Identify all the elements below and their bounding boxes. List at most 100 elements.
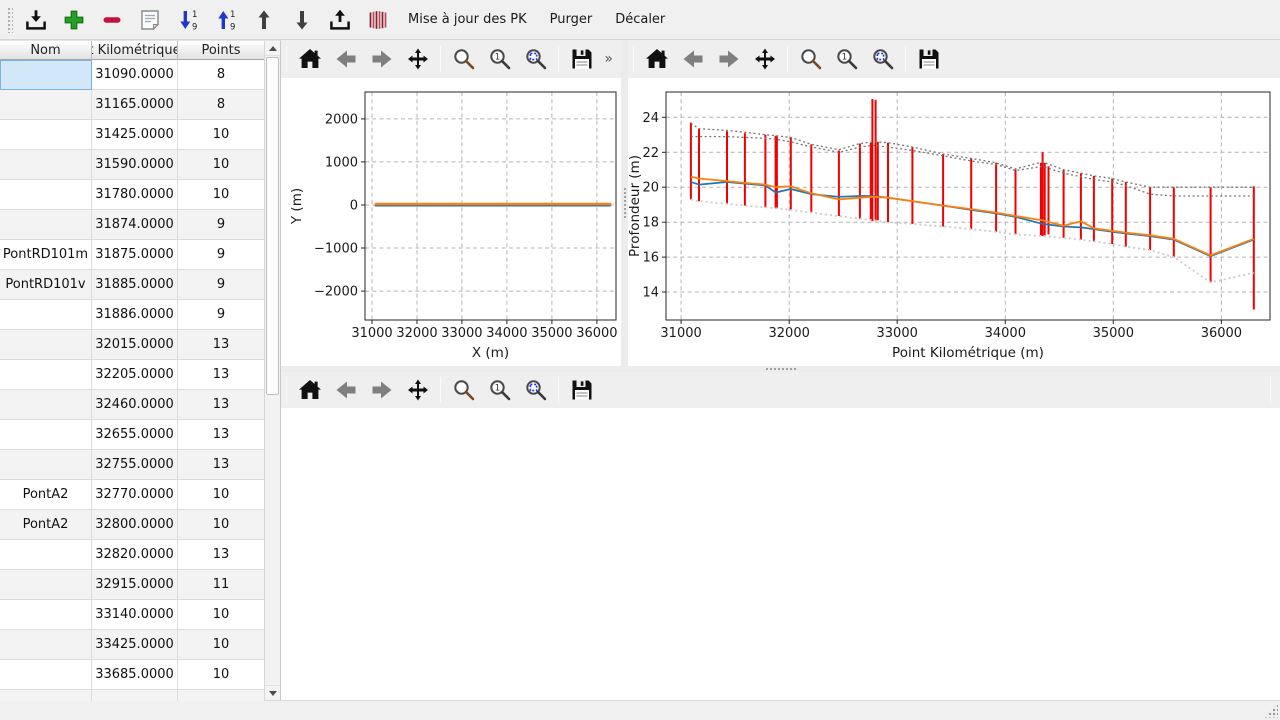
cell-pk[interactable]: 32655.0000 bbox=[92, 420, 178, 450]
shift-button[interactable]: Décaler bbox=[605, 3, 675, 37]
cell-points[interactable]: 13 bbox=[178, 360, 265, 390]
cell-points[interactable]: 10 bbox=[178, 600, 265, 630]
cell-pk[interactable]: 32205.0000 bbox=[92, 360, 178, 390]
cell-points[interactable]: 9 bbox=[178, 270, 265, 300]
cell-pk[interactable]: 31874.0000 bbox=[92, 210, 178, 240]
zoom-selection-button[interactable] bbox=[522, 45, 549, 73]
back-button[interactable] bbox=[332, 45, 359, 73]
forward-button[interactable] bbox=[368, 45, 395, 73]
cell-nom[interactable] bbox=[0, 390, 92, 420]
cell-nom[interactable] bbox=[0, 150, 92, 180]
cell-pk[interactable]: 31885.0000 bbox=[92, 270, 178, 300]
xy-plot-canvas[interactable]: 310003200033000340003500036000−2000−1000… bbox=[281, 78, 621, 366]
cell-points[interactable]: 9 bbox=[178, 300, 265, 330]
cell-points[interactable]: 13 bbox=[178, 420, 265, 450]
forward-button[interactable] bbox=[715, 45, 742, 73]
zoom-button[interactable] bbox=[797, 45, 824, 73]
zoom-button[interactable] bbox=[450, 45, 477, 73]
column-header-point-kilometrique[interactable]: t Kilométrique bbox=[92, 41, 178, 60]
cell-pk[interactable]: 32770.0000 bbox=[92, 480, 178, 510]
stripes-button[interactable] bbox=[361, 3, 395, 37]
cell-pk[interactable]: 31590.0000 bbox=[92, 150, 178, 180]
cell-points[interactable]: 11 bbox=[178, 570, 265, 600]
column-header-points[interactable]: Points bbox=[178, 41, 265, 60]
toolbar-drag-handle[interactable] bbox=[7, 7, 13, 33]
cell-points[interactable]: 8 bbox=[178, 90, 265, 120]
purge-button[interactable]: Purger bbox=[540, 3, 603, 37]
sort-down-button[interactable]: 19 bbox=[171, 3, 205, 37]
cell-nom[interactable] bbox=[0, 660, 92, 690]
save-button[interactable] bbox=[915, 45, 942, 73]
cell-nom[interactable]: PontA2 bbox=[0, 510, 92, 540]
back-button[interactable] bbox=[679, 45, 706, 73]
home-button[interactable] bbox=[296, 45, 323, 73]
horizontal-splitter[interactable] bbox=[281, 366, 1280, 372]
cell-nom[interactable] bbox=[0, 420, 92, 450]
scrollbar-thumb[interactable] bbox=[266, 57, 279, 395]
cell-nom[interactable] bbox=[0, 360, 92, 390]
cell-points[interactable]: 13 bbox=[178, 330, 265, 360]
cell-pk[interactable]: 32015.0000 bbox=[92, 330, 178, 360]
pan-button[interactable] bbox=[751, 45, 778, 73]
zoom-selection-button[interactable] bbox=[869, 45, 896, 73]
vertical-splitter[interactable] bbox=[621, 40, 628, 366]
cell-points[interactable] bbox=[178, 690, 265, 701]
save-button[interactable] bbox=[568, 45, 595, 73]
cell-points[interactable]: 13 bbox=[178, 540, 265, 570]
forward-button[interactable] bbox=[368, 376, 395, 404]
back-button[interactable] bbox=[332, 376, 359, 404]
cell-nom[interactable] bbox=[0, 630, 92, 660]
cell-pk[interactable]: 32820.0000 bbox=[92, 540, 178, 570]
home-button[interactable] bbox=[643, 45, 670, 73]
profile-plot-canvas[interactable]: 3100032000330003400035000360001416182022… bbox=[628, 78, 1280, 366]
column-header-nom[interactable]: Nom bbox=[0, 41, 92, 60]
table-scrollbar[interactable] bbox=[264, 41, 280, 700]
zoom-one-button[interactable]: 1 bbox=[486, 45, 513, 73]
cell-pk[interactable]: 31886.0000 bbox=[92, 300, 178, 330]
cell-points[interactable]: 10 bbox=[178, 630, 265, 660]
cell-pk[interactable]: 33425.0000 bbox=[92, 630, 178, 660]
scroll-down-button[interactable] bbox=[265, 685, 280, 700]
zoom-button[interactable] bbox=[450, 376, 477, 404]
cell-points[interactable]: 9 bbox=[178, 210, 265, 240]
empty-plot-canvas[interactable] bbox=[281, 408, 1280, 700]
cell-points[interactable]: 10 bbox=[178, 510, 265, 540]
export-button[interactable] bbox=[323, 3, 357, 37]
cell-nom[interactable] bbox=[0, 90, 92, 120]
cell-nom[interactable] bbox=[0, 690, 92, 701]
cell-nom[interactable] bbox=[0, 540, 92, 570]
move-down-button[interactable] bbox=[285, 3, 319, 37]
cell-points[interactable]: 10 bbox=[178, 150, 265, 180]
toolbar-overflow-button[interactable]: » bbox=[604, 51, 614, 67]
cell-nom[interactable]: PontRD101m bbox=[0, 240, 92, 270]
import-button[interactable] bbox=[19, 3, 53, 37]
cell-points[interactable]: 13 bbox=[178, 390, 265, 420]
cell-points[interactable]: 8 bbox=[178, 60, 265, 90]
update-pk-button[interactable]: Mise à jour des PK bbox=[398, 3, 537, 37]
cell-pk[interactable]: 32915.0000 bbox=[92, 570, 178, 600]
cell-pk[interactable]: 31875.0000 bbox=[92, 240, 178, 270]
cell-nom[interactable] bbox=[0, 120, 92, 150]
cell-nom[interactable] bbox=[0, 450, 92, 480]
cell-nom[interactable] bbox=[0, 570, 92, 600]
pan-button[interactable] bbox=[404, 376, 431, 404]
add-button[interactable] bbox=[57, 3, 91, 37]
notes-button[interactable] bbox=[133, 3, 167, 37]
pan-button[interactable] bbox=[404, 45, 431, 73]
cell-pk[interactable]: 32755.0000 bbox=[92, 450, 178, 480]
cell-points[interactable]: 10 bbox=[178, 660, 265, 690]
zoom-selection-button[interactable] bbox=[522, 376, 549, 404]
cell-pk[interactable]: 33685.0000 bbox=[92, 660, 178, 690]
cell-pk[interactable]: 32460.0000 bbox=[92, 390, 178, 420]
cell-pk[interactable]: 31090.0000 bbox=[92, 60, 178, 90]
cell-pk[interactable]: 31425.0000 bbox=[92, 120, 178, 150]
cell-pk[interactable] bbox=[92, 690, 178, 701]
cell-points[interactable]: 10 bbox=[178, 480, 265, 510]
cell-points[interactable]: 13 bbox=[178, 450, 265, 480]
move-up-button[interactable] bbox=[247, 3, 281, 37]
sort-up-button[interactable]: 19 bbox=[209, 3, 243, 37]
cell-nom[interactable] bbox=[0, 60, 92, 90]
scroll-up-button[interactable] bbox=[265, 41, 280, 56]
cell-points[interactable]: 9 bbox=[178, 240, 265, 270]
cell-pk[interactable]: 31165.0000 bbox=[92, 90, 178, 120]
